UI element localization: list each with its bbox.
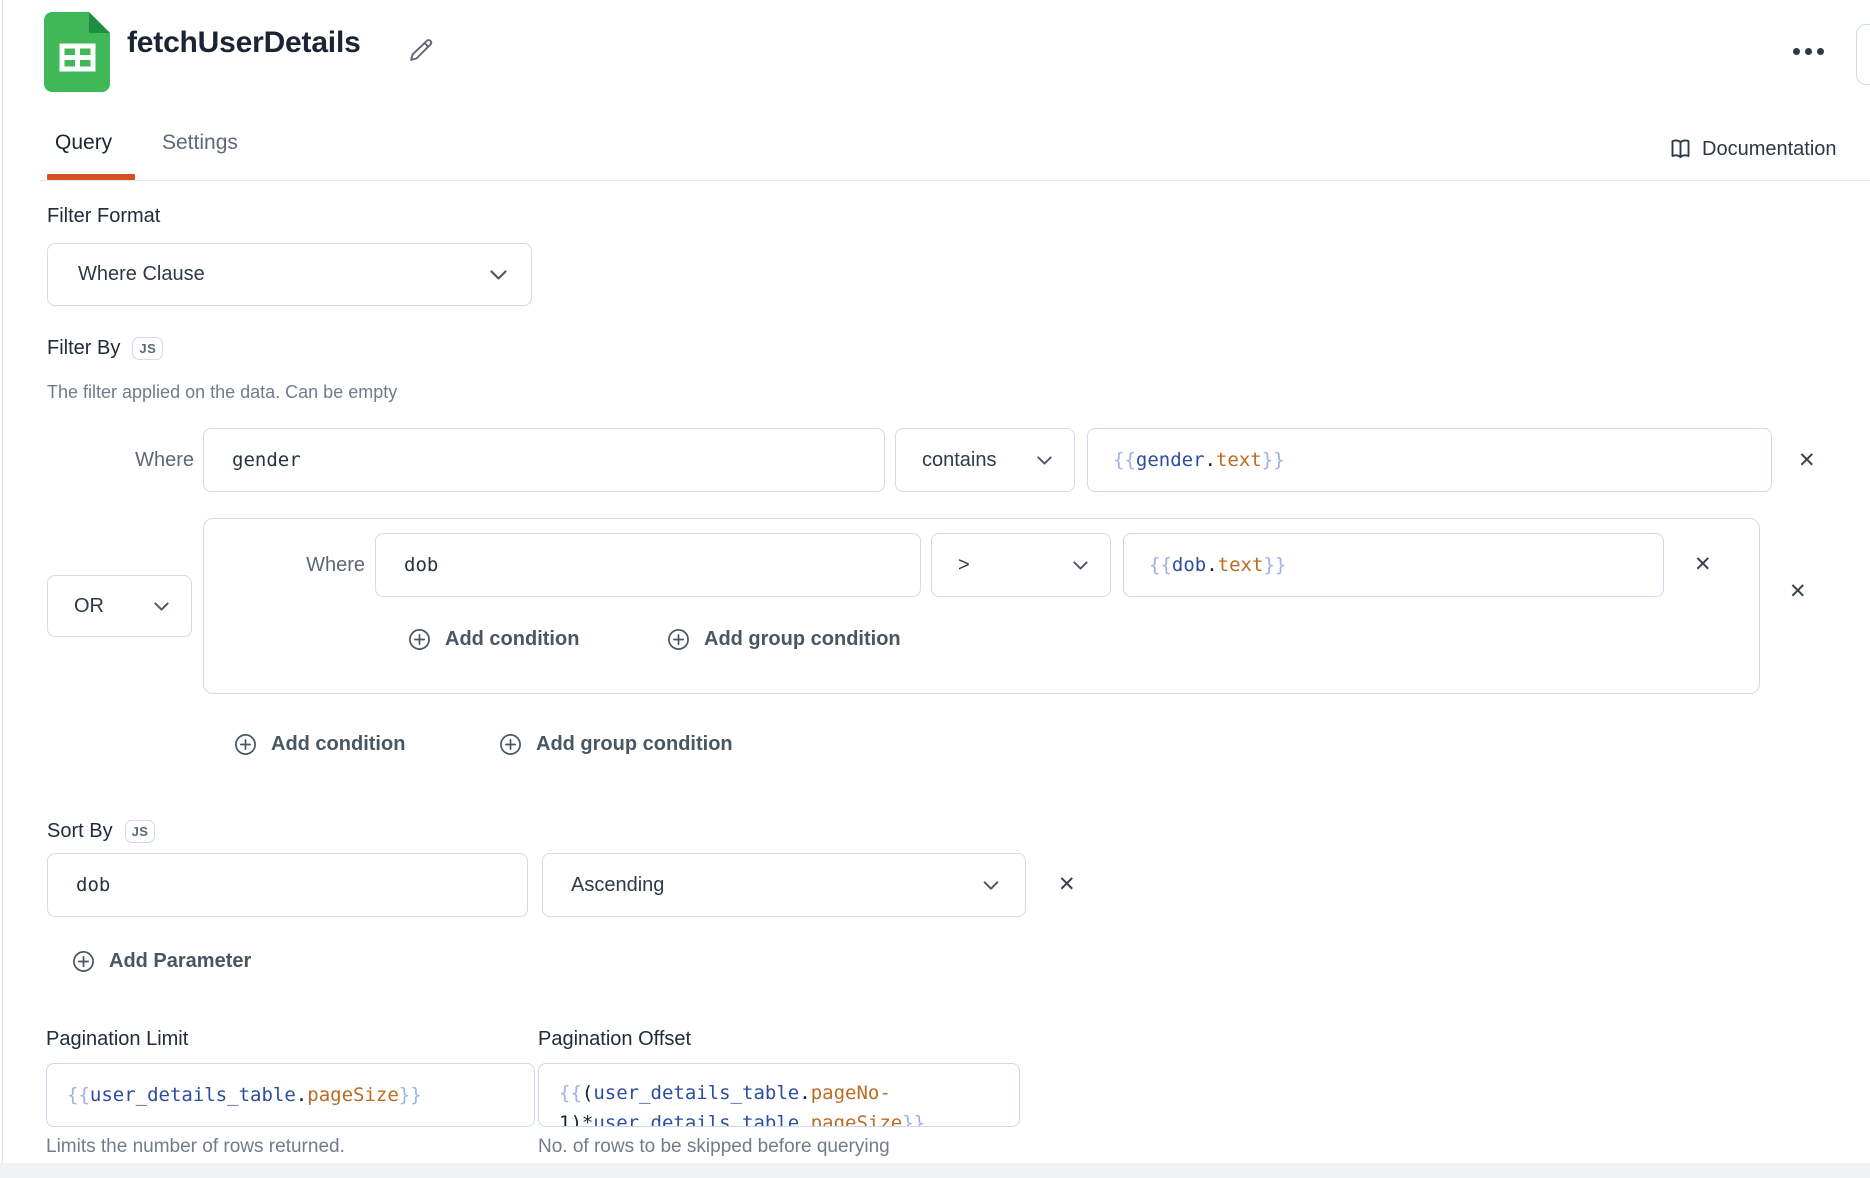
pagination-offset-label: Pagination Offset [538,1028,691,1051]
group-condition-key-input[interactable]: dob [375,533,921,597]
tabs-bottom-border [40,180,1870,181]
plus-circle-icon [667,628,690,651]
pagination-limit-input[interactable]: {{user_details_table.pageSize}} [46,1063,535,1127]
add-parameter-button[interactable]: Add Parameter [72,950,251,973]
filter-by-helper: The filter applied on the data. Can be e… [47,382,397,403]
bottom-strip [0,1163,1870,1178]
condition-value-code: {{gender.text}} [1113,445,1285,475]
add-group-condition-label: Add group condition [536,733,733,756]
query-editor-page: fetchUserDetails Query Settings Document… [0,0,1870,1178]
sort-by-label: Sort By [47,820,113,843]
documentation-label: Documentation [1702,138,1837,161]
where-label: Where [110,428,194,492]
edit-title-pencil-icon[interactable] [408,36,435,68]
page-title: fetchUserDetails [127,26,361,60]
more-menu-button[interactable] [1793,48,1824,55]
remove-group-button[interactable]: ✕ [1789,581,1807,602]
group-condition-value-code: {{dob.text}} [1149,550,1286,580]
filter-format-select[interactable]: Where Clause [47,243,532,306]
condition-operator-value: contains [922,449,997,472]
where-label: Where [281,533,365,597]
group-condition-value-input[interactable]: {{dob.text}} [1123,533,1664,597]
sort-order-value: Ascending [571,874,664,897]
remove-condition-button[interactable]: ✕ [1798,450,1816,471]
chevron-down-icon [983,881,999,890]
group-add-condition-button[interactable]: Add condition [408,628,579,651]
tab-query[interactable]: Query [55,131,112,155]
condition-value-input[interactable]: {{gender.text}} [1087,428,1772,492]
pagination-limit-label: Pagination Limit [46,1028,188,1051]
plus-circle-icon [408,628,431,651]
add-parameter-label: Add Parameter [109,950,251,973]
pagination-limit-code: {{user_details_table.pageSize}} [67,1080,422,1110]
js-toggle-badge[interactable]: JS [125,820,156,843]
condition-operator-select[interactable]: contains [895,428,1075,492]
sort-by-header: Sort By JS [47,820,155,843]
filter-by-label: Filter By [47,337,120,360]
filter-format-value: Where Clause [78,263,205,286]
sort-key-input[interactable]: dob [47,853,528,917]
sort-order-select[interactable]: Ascending [542,853,1026,917]
group-condition-key-value: dob [404,554,438,576]
group-add-condition-label: Add condition [445,628,579,651]
chevron-down-icon [490,270,507,280]
partial-side-button[interactable] [1856,24,1870,85]
group-add-group-condition-button[interactable]: Add group condition [667,628,901,651]
chevron-down-icon [154,602,169,611]
pagination-offset-helper: No. of rows to be skipped before queryin… [538,1136,890,1158]
group-operator-select[interactable]: > [931,533,1111,597]
chevron-down-icon [1037,456,1052,465]
sort-key-value: dob [76,874,110,896]
group-join-value: OR [74,595,104,618]
pagination-offset-input[interactable]: {{(user_details_table.pageNo- 1)*user_de… [538,1063,1020,1127]
chevron-down-icon [1073,561,1088,570]
documentation-link[interactable]: Documentation [1668,137,1837,161]
add-condition-label: Add condition [271,733,405,756]
filter-by-header: Filter By JS [47,337,163,360]
group-join-select[interactable]: OR [47,575,192,637]
condition-key-input[interactable]: gender [203,428,885,492]
more-menu-icon [1793,48,1800,55]
plus-circle-icon [499,733,522,756]
pagination-offset-code-line1: {{(user_details_table.pageNo- [559,1078,925,1108]
filter-format-label: Filter Format [47,205,160,228]
left-pane-divider [2,0,3,1178]
plus-circle-icon [72,950,95,973]
book-icon [1668,137,1693,161]
pagination-limit-helper: Limits the number of rows returned. [46,1136,345,1158]
tab-settings[interactable]: Settings [162,131,238,155]
js-toggle-badge[interactable]: JS [132,337,163,360]
add-condition-button[interactable]: Add condition [234,733,405,756]
sheets-icon [44,12,110,92]
group-operator-value: > [958,554,970,577]
remove-sort-button[interactable]: ✕ [1058,874,1076,895]
condition-key-value: gender [232,449,301,471]
pagination-offset-code-line2: 1)*user_details_table.pageSize}} [559,1108,925,1127]
plus-circle-icon [234,733,257,756]
group-add-group-condition-label: Add group condition [704,628,901,651]
remove-group-condition-button[interactable]: ✕ [1694,554,1712,575]
add-group-condition-button[interactable]: Add group condition [499,733,733,756]
